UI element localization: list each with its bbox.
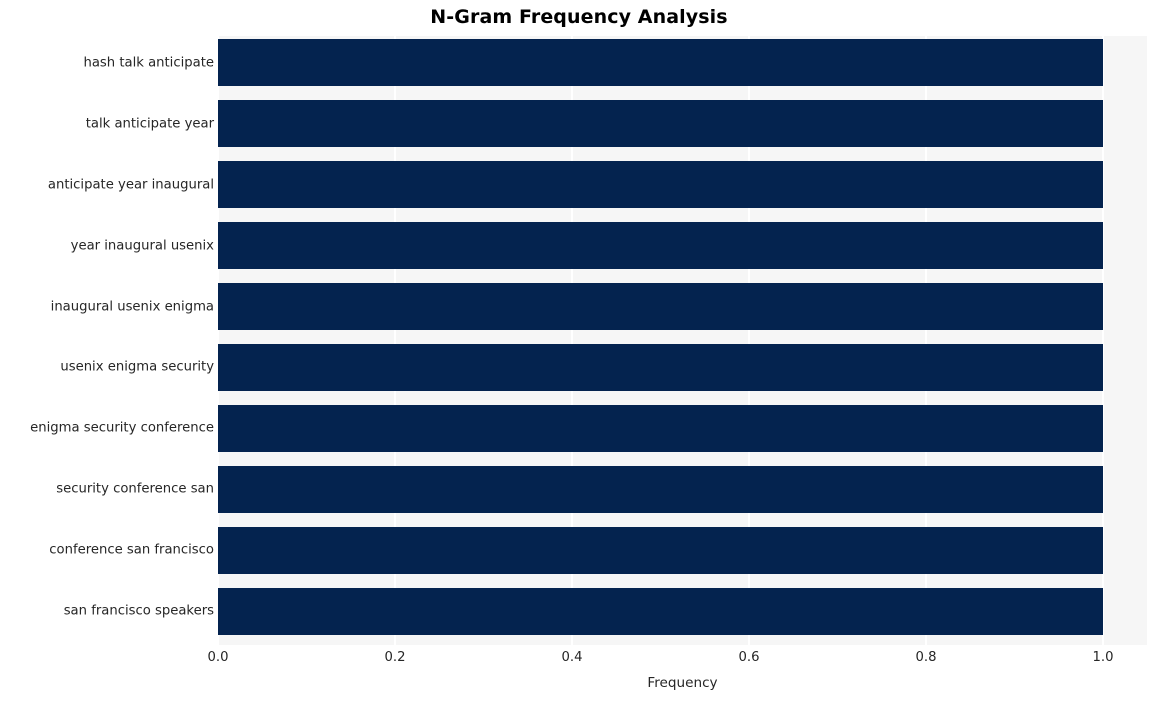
chart-title: N-Gram Frequency Analysis bbox=[430, 6, 728, 28]
y-axis-label: enigma security conference bbox=[30, 420, 214, 436]
y-axis-label: inaugural usenix enigma bbox=[50, 299, 214, 315]
x-axis-title: Frequency bbox=[647, 675, 718, 691]
x-axis-tick-label: 0.2 bbox=[384, 650, 406, 665]
bars-group bbox=[218, 36, 1147, 645]
y-axis-label: san francisco speakers bbox=[63, 603, 214, 619]
bar bbox=[218, 283, 1103, 331]
ngram-frequency-chart: N-Gram Frequency Analysis hash talk anti… bbox=[0, 0, 1158, 701]
bar bbox=[218, 39, 1103, 87]
x-axis-tick-label: 0.6 bbox=[738, 650, 760, 665]
y-axis-label: conference san francisco bbox=[49, 542, 214, 558]
bar bbox=[218, 526, 1103, 574]
x-axis-tick-label: 0.8 bbox=[915, 650, 937, 665]
bar bbox=[218, 343, 1103, 391]
plot-area bbox=[218, 36, 1147, 645]
y-axis-labels: hash talk anticipate talk anticipate year… bbox=[0, 36, 214, 645]
bar bbox=[218, 222, 1103, 270]
bar bbox=[218, 161, 1103, 209]
x-axis-tick-label: 1.0 bbox=[1092, 650, 1114, 665]
x-axis-ticks: 0.0 0.2 0.4 0.6 0.8 1.0 bbox=[208, 650, 1147, 670]
y-axis-label: hash talk anticipate bbox=[83, 55, 214, 71]
bar bbox=[218, 587, 1103, 635]
bar bbox=[218, 404, 1103, 452]
y-axis-label: year inaugural usenix bbox=[70, 238, 214, 254]
bar bbox=[218, 100, 1103, 148]
x-axis-tick-label: 0.4 bbox=[561, 650, 583, 665]
y-axis-label: security conference san bbox=[56, 481, 214, 497]
bar bbox=[218, 465, 1103, 513]
y-axis-label: talk anticipate year bbox=[85, 116, 214, 132]
y-axis-label: usenix enigma security bbox=[60, 359, 214, 375]
x-axis-tick-label: 0.0 bbox=[207, 650, 229, 665]
y-axis-label: anticipate year inaugural bbox=[47, 177, 214, 193]
